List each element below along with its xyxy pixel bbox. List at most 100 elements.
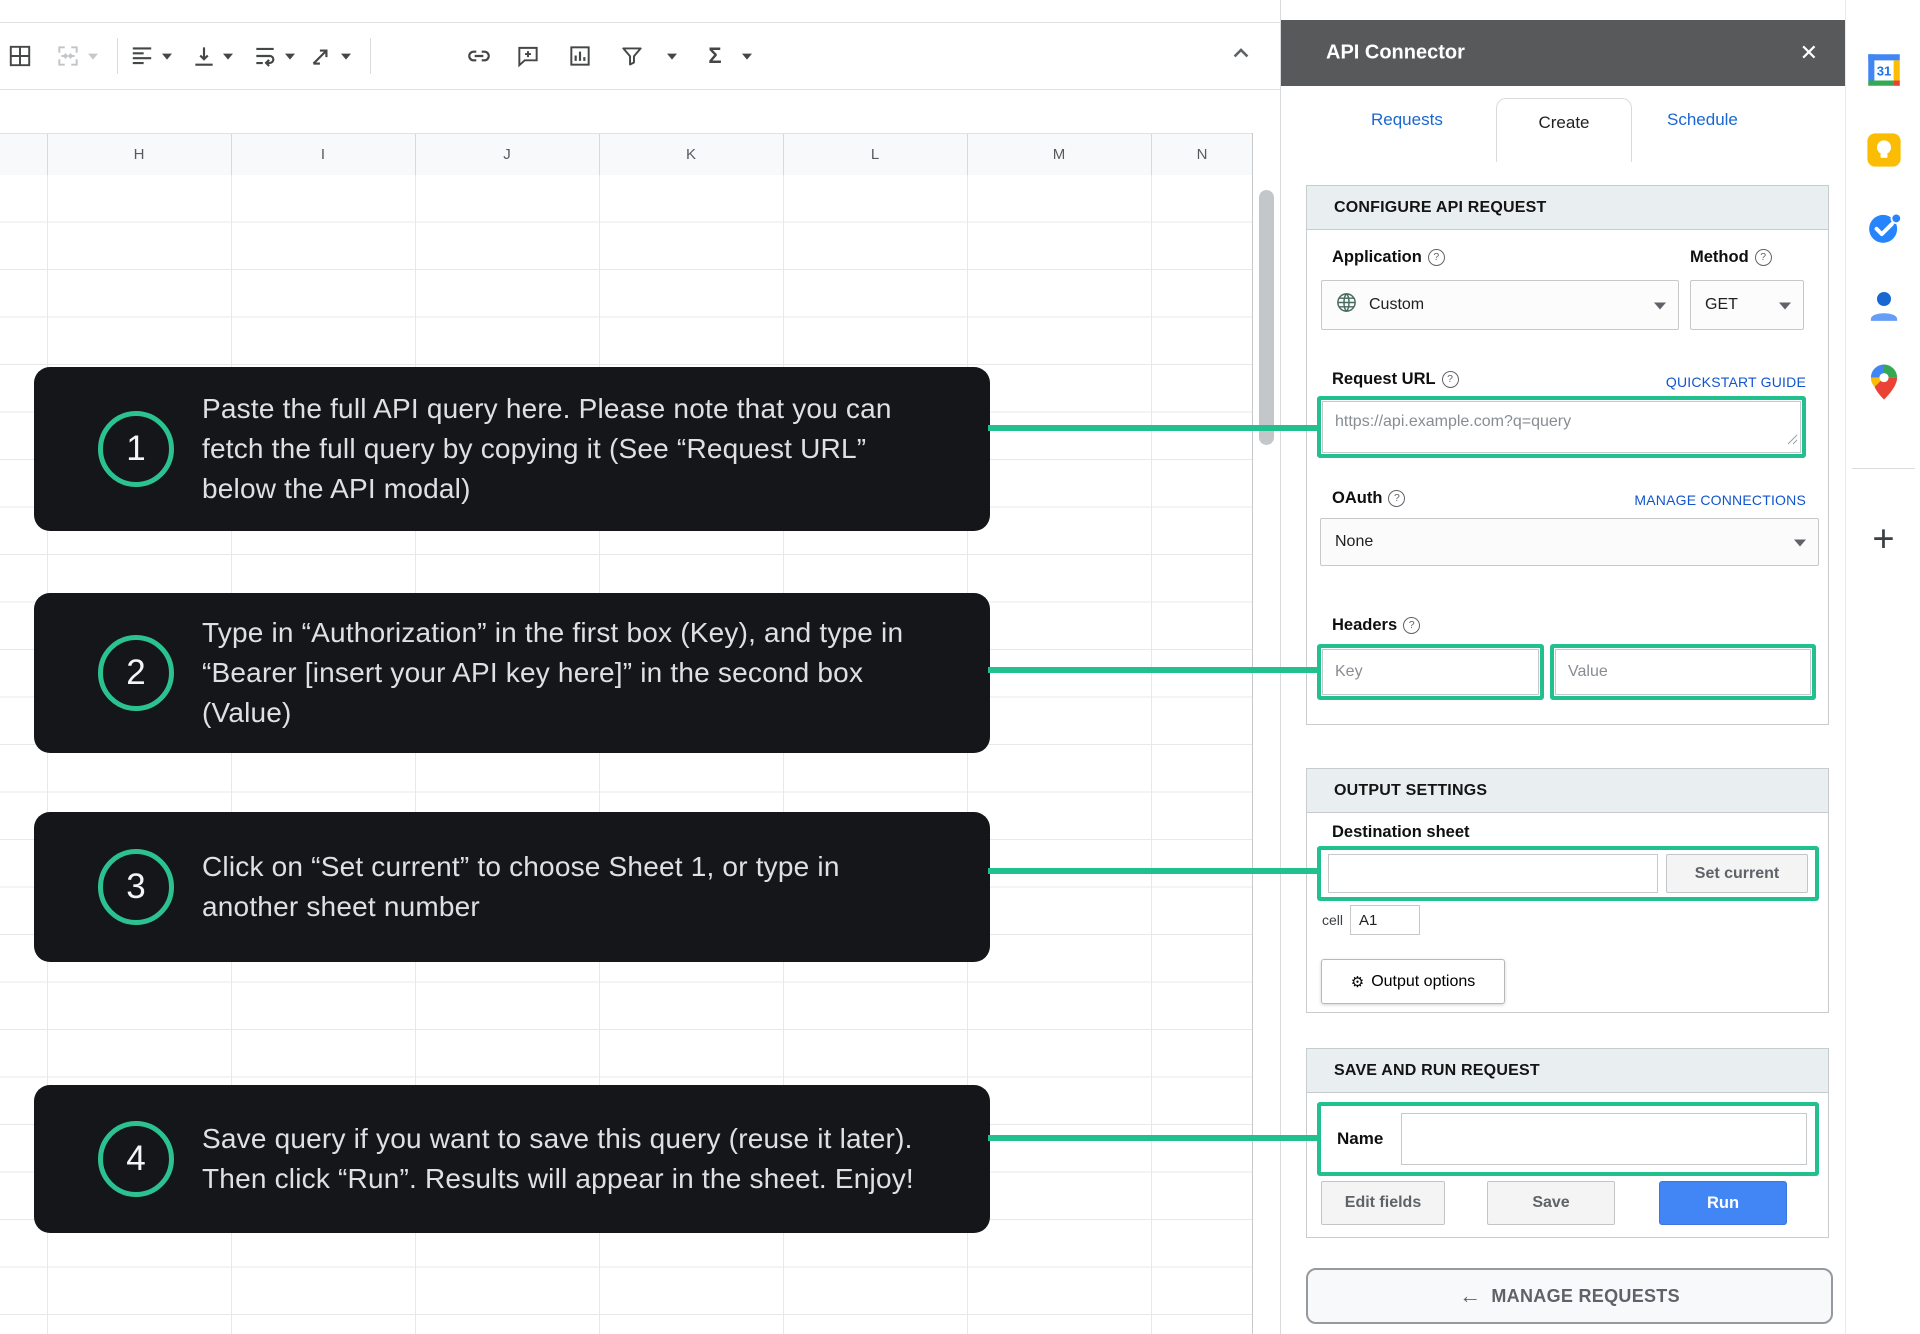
- sigma-glyph: Σ: [708, 43, 722, 68]
- column-header-j[interactable]: J: [415, 134, 600, 176]
- help-icon[interactable]: ?: [1754, 249, 1772, 266]
- oauth-select[interactable]: None: [1320, 518, 1819, 566]
- panel-title: API Connector: [1326, 41, 1465, 64]
- column-header-k[interactable]: K: [599, 134, 784, 176]
- name-label: Name: [1337, 1129, 1384, 1148]
- insert-link-icon[interactable]: [466, 43, 492, 69]
- application-select[interactable]: Custom: [1321, 280, 1679, 330]
- request-name-input[interactable]: [1401, 1113, 1807, 1165]
- column-header-l[interactable]: L: [783, 134, 968, 176]
- insert-comment-icon[interactable]: [515, 43, 541, 69]
- quickstart-guide-link[interactable]: QUICKSTART GUIDE: [1666, 374, 1806, 390]
- step-number-badge: 4: [98, 1121, 174, 1197]
- help-icon[interactable]: ?: [1427, 249, 1445, 266]
- edit-fields-button[interactable]: Edit fields: [1321, 1181, 1445, 1225]
- app-window: Σ H I J K L M N 1 Paste the full API que…: [0, 0, 1920, 1334]
- run-button[interactable]: Run: [1659, 1181, 1787, 1225]
- borders-icon[interactable]: [7, 43, 33, 69]
- destination-highlight: Set current: [1317, 846, 1819, 901]
- resize-grip-icon[interactable]: [1787, 432, 1798, 450]
- google-calendar-icon[interactable]: 31: [1863, 49, 1905, 96]
- manage-connections-link[interactable]: MANAGE CONNECTIONS: [1634, 492, 1806, 508]
- help-icon[interactable]: ?: [1388, 490, 1406, 507]
- callout-text: Click on “Set current” to choose Sheet 1…: [202, 847, 840, 927]
- column-header-h[interactable]: H: [47, 134, 232, 176]
- close-icon[interactable]: ✕: [1800, 40, 1818, 66]
- column-header-m[interactable]: M: [967, 134, 1152, 176]
- tab-create-label: Create: [1538, 113, 1590, 132]
- panel-header: API Connector ✕: [1281, 20, 1846, 86]
- manage-requests-button[interactable]: ← MANAGE REQUESTS: [1306, 1268, 1833, 1324]
- collapse-toolbar-icon[interactable]: [1227, 40, 1255, 73]
- insert-chart-icon[interactable]: [567, 43, 593, 69]
- configure-api-request-section: CONFIGURE API REQUEST Application? Metho…: [1306, 185, 1829, 725]
- functions-icon[interactable]: Σ: [702, 43, 728, 69]
- cell-input[interactable]: [1350, 905, 1421, 935]
- merge-cells-icon[interactable]: [55, 43, 81, 69]
- tab-create[interactable]: Create: [1496, 98, 1632, 162]
- callout-text-line: Click on “Set current” to choose Sheet 1…: [202, 851, 840, 882]
- google-keep-icon[interactable]: [1863, 129, 1905, 176]
- globe-icon: [1335, 291, 1358, 319]
- sheets-toolbar: Σ: [0, 22, 1280, 90]
- set-current-button[interactable]: Set current: [1666, 854, 1808, 893]
- google-tasks-icon[interactable]: [1863, 207, 1905, 254]
- strip-divider: [1852, 468, 1915, 469]
- callout-text-line: below the API modal): [202, 473, 471, 504]
- output-settings-section: OUTPUT SETTINGS Destination sheet Set cu…: [1306, 768, 1829, 1013]
- request-url-input[interactable]: [1322, 401, 1801, 453]
- section-title: OUTPUT SETTINGS: [1307, 769, 1828, 813]
- tab-requests[interactable]: Requests: [1371, 110, 1443, 130]
- google-maps-icon[interactable]: [1863, 361, 1905, 408]
- application-value: Custom: [1369, 296, 1425, 313]
- help-icon[interactable]: ?: [1441, 371, 1459, 388]
- output-options-button[interactable]: ⚙ Output options: [1321, 959, 1505, 1004]
- section-title: SAVE AND RUN REQUEST: [1307, 1049, 1828, 1093]
- sheet-right-edge: [1252, 133, 1253, 1334]
- callout-text-line: Type in “Authorization” in the first box…: [202, 617, 904, 648]
- name-highlight: Name: [1317, 1102, 1819, 1176]
- text-rotation-dropdown-icon[interactable]: [341, 53, 351, 60]
- method-select[interactable]: GET: [1690, 280, 1804, 330]
- text-wrap-dropdown-icon[interactable]: [285, 53, 295, 60]
- gridline: [1151, 175, 1152, 1334]
- google-contacts-icon[interactable]: [1863, 285, 1905, 332]
- destination-sheet-label: Destination sheet: [1332, 823, 1470, 841]
- gear-icon: ⚙: [1350, 973, 1365, 991]
- destination-sheet-input[interactable]: [1328, 854, 1658, 893]
- horizontal-align-dropdown-icon[interactable]: [162, 53, 172, 60]
- merge-cells-dropdown-icon[interactable]: [88, 53, 98, 60]
- horizontal-align-icon[interactable]: [129, 43, 155, 69]
- chevron-down-icon: [1654, 302, 1666, 310]
- chevron-down-icon: [1779, 302, 1791, 310]
- text-rotation-icon[interactable]: [308, 43, 334, 69]
- request-url-highlight: [1317, 396, 1806, 458]
- application-label: Application?: [1332, 248, 1445, 267]
- vertical-scrollbar-thumb[interactable]: [1259, 190, 1274, 445]
- connector-line: [988, 1135, 1320, 1141]
- functions-dropdown-icon[interactable]: [742, 53, 752, 60]
- corner-cell[interactable]: [0, 134, 48, 176]
- help-icon[interactable]: ?: [1403, 617, 1421, 634]
- tab-schedule[interactable]: Schedule: [1667, 110, 1738, 130]
- vertical-align-icon[interactable]: [191, 43, 217, 69]
- header-value-input[interactable]: [1555, 649, 1811, 695]
- column-header-n[interactable]: N: [1151, 134, 1253, 176]
- arrow-left-icon: ←: [1459, 1283, 1482, 1308]
- callout-text: Type in “Authorization” in the first box…: [202, 613, 903, 733]
- save-button[interactable]: Save: [1487, 1181, 1615, 1225]
- filter-dropdown-icon[interactable]: [667, 53, 677, 60]
- vertical-align-dropdown-icon[interactable]: [223, 53, 233, 60]
- connector-line: [988, 868, 1320, 874]
- callout-text-line: Then click “Run”. Results will appear in…: [202, 1163, 914, 1194]
- api-connector-panel: API Connector ✕ Requests Create Schedule…: [1280, 0, 1846, 1334]
- create-filter-icon[interactable]: [619, 43, 645, 69]
- google-side-strip: 31 +: [1845, 0, 1920, 1334]
- text-wrap-icon[interactable]: [252, 43, 278, 69]
- column-header-i[interactable]: I: [231, 134, 416, 176]
- add-addon-icon[interactable]: +: [1872, 519, 1894, 562]
- header-key-input[interactable]: [1322, 649, 1539, 695]
- callout-text-line: Save query if you want to save this quer…: [202, 1123, 913, 1154]
- callout-text-line: fetch the full query by copying it (See …: [202, 433, 867, 464]
- callout-text: Paste the full API query here. Please no…: [202, 389, 892, 509]
